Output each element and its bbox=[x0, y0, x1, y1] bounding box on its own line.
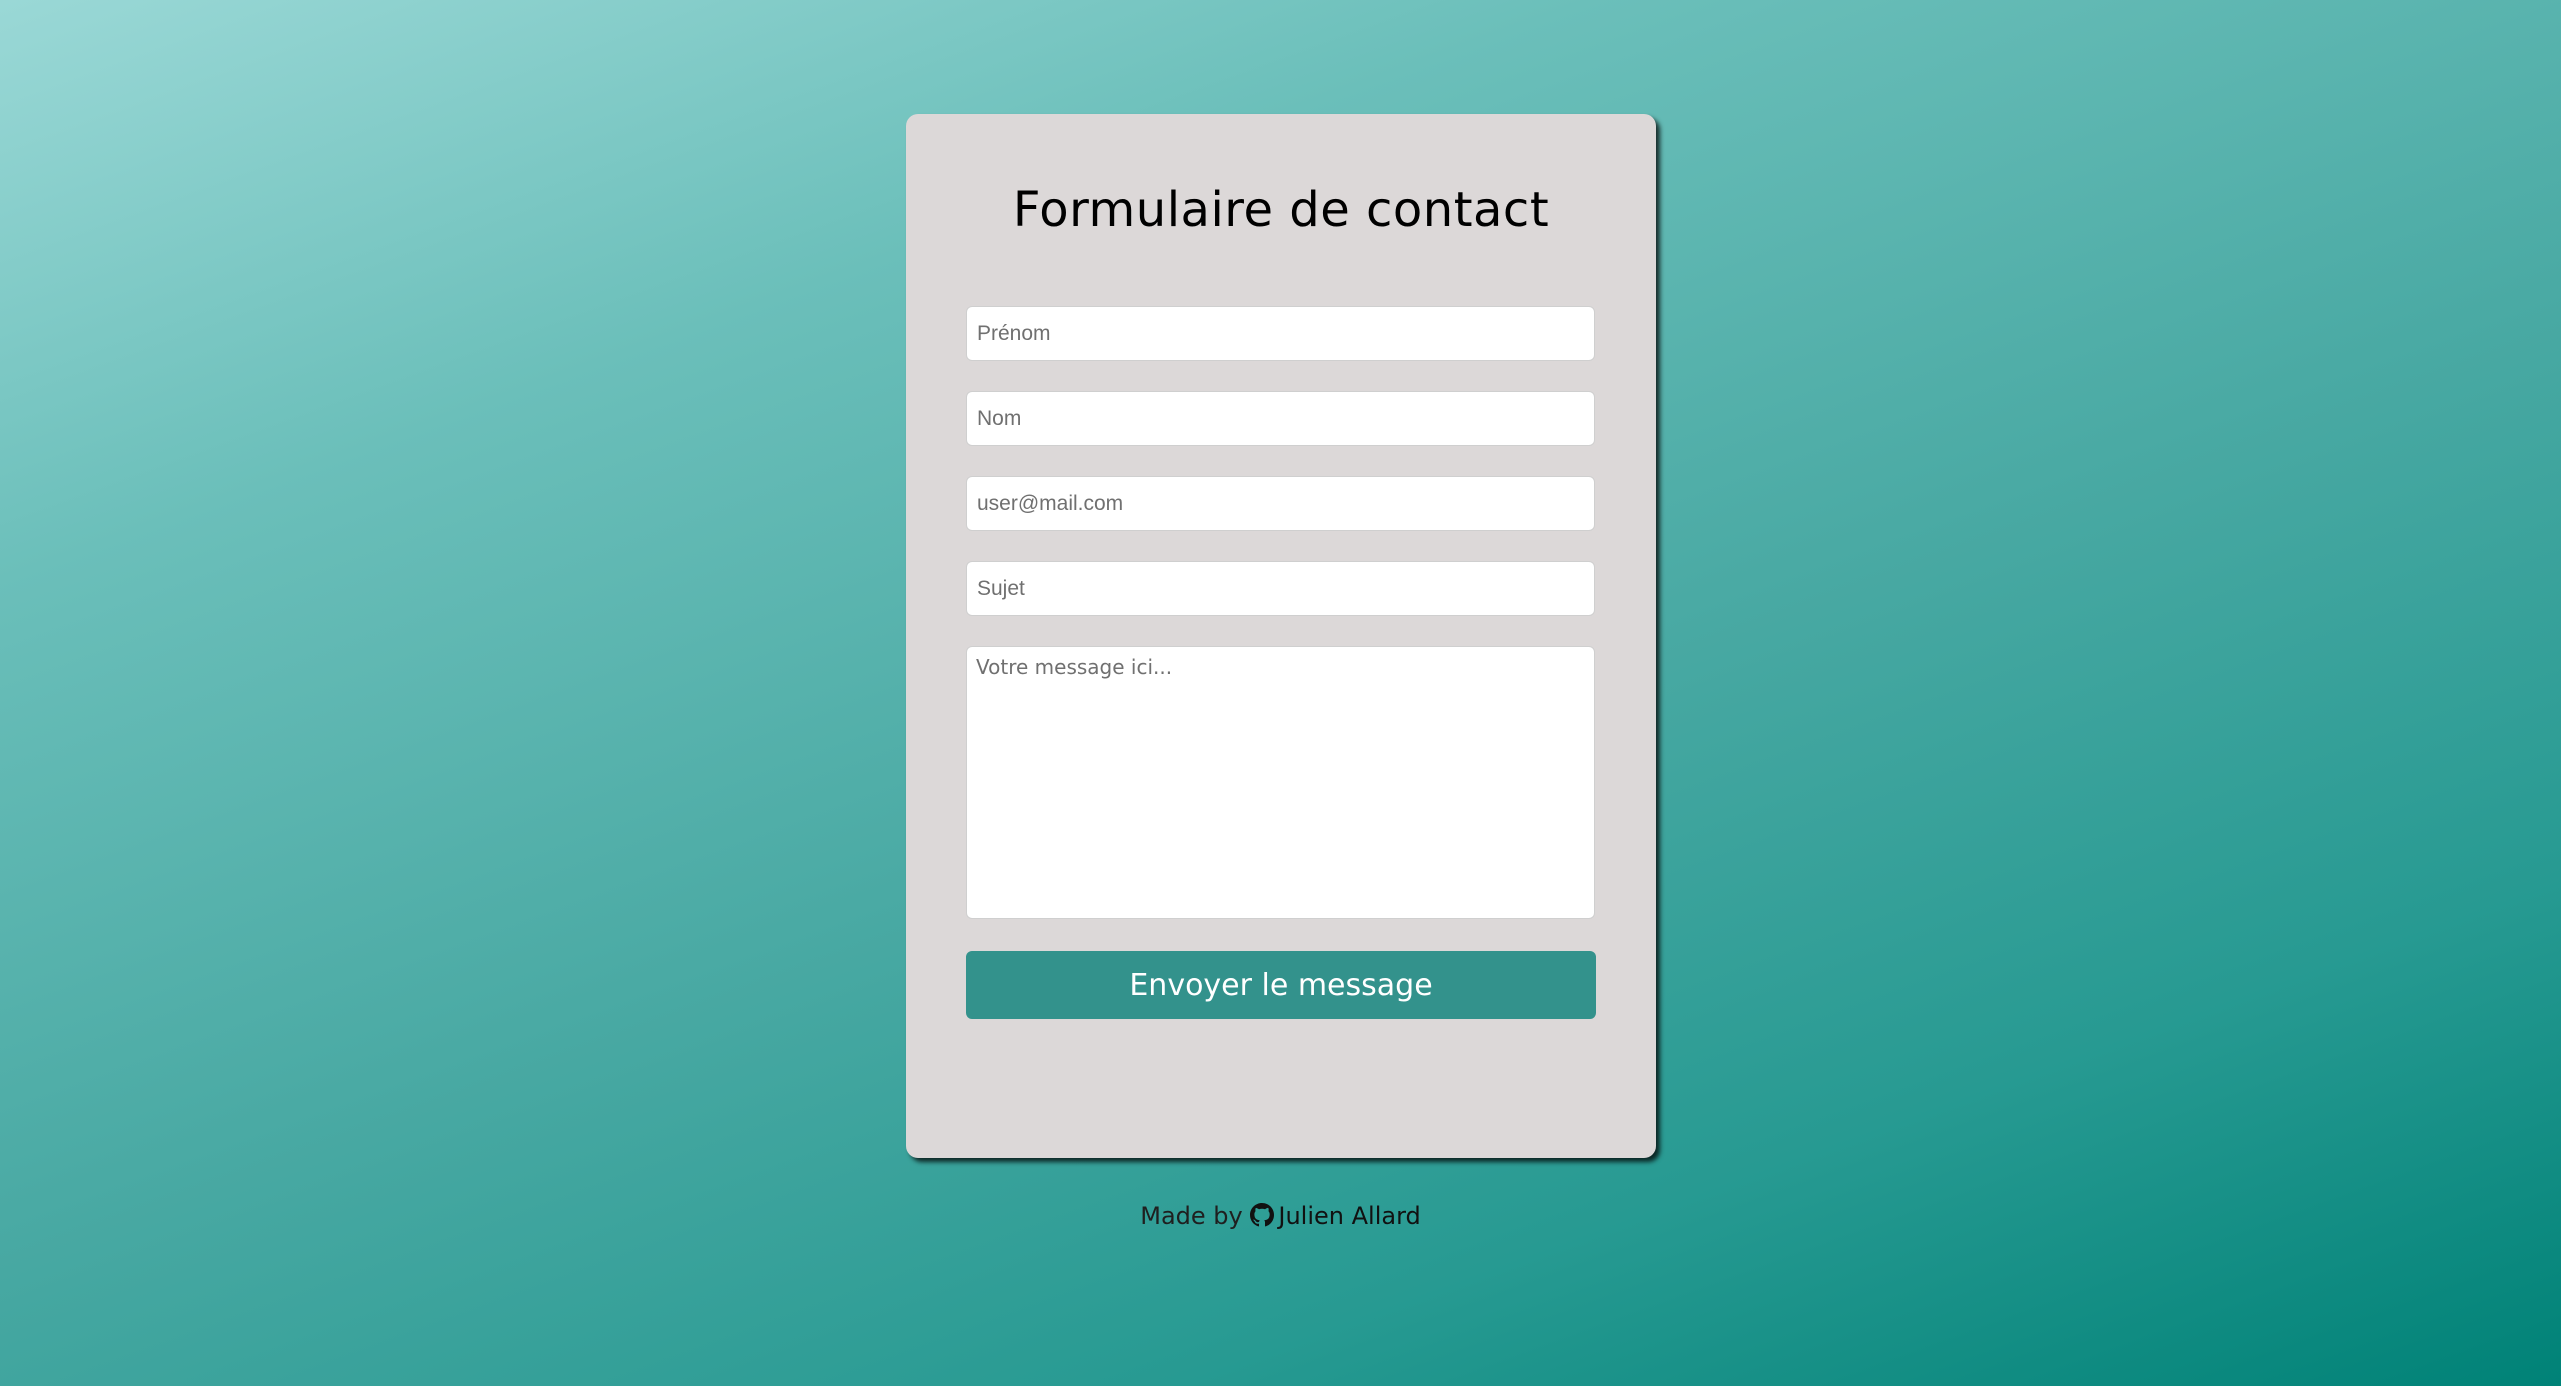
subject-input[interactable] bbox=[966, 561, 1595, 616]
contact-form-card: Formulaire de contact Envoyer le message bbox=[906, 114, 1656, 1158]
page-background: { "form": { "title": "Formulaire de cont… bbox=[0, 0, 2561, 1386]
footer-credit: Made by Julien Allard bbox=[0, 1198, 2561, 1234]
author-link[interactable]: Julien Allard bbox=[1250, 1198, 1421, 1234]
github-icon bbox=[1250, 1203, 1275, 1227]
message-textarea[interactable] bbox=[966, 646, 1595, 919]
form-title: Formulaire de contact bbox=[1012, 182, 1550, 238]
send-message-button[interactable]: Envoyer le message bbox=[966, 951, 1596, 1019]
email-input[interactable] bbox=[966, 476, 1595, 531]
last-name-input[interactable] bbox=[966, 391, 1595, 446]
first-name-input[interactable] bbox=[966, 306, 1595, 361]
footer-prefix: Made by bbox=[1140, 1202, 1243, 1230]
author-name: Julien Allard bbox=[1278, 1202, 1421, 1230]
